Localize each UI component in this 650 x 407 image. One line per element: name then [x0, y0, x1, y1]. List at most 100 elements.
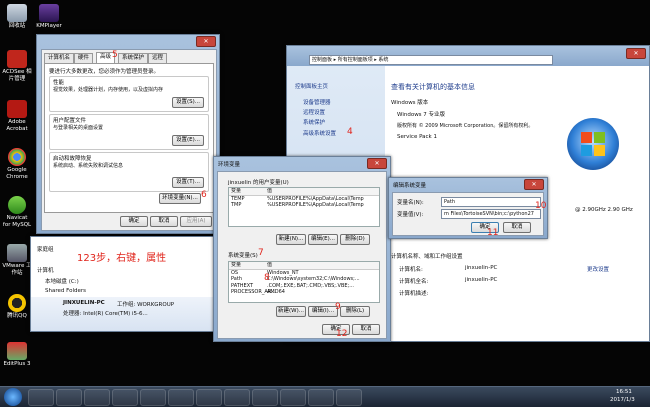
cancel-button[interactable]: 取消 [352, 324, 380, 335]
vmware-icon [7, 244, 27, 262]
desktop-icon-kmplayer[interactable]: KMPlayer [34, 4, 64, 30]
performance-settings-button[interactable]: 设置(S)... [172, 97, 204, 108]
change-settings-link[interactable]: 更改设置 [587, 265, 609, 273]
desktop-icon-label: 腾讯QQ [7, 313, 27, 319]
group-title: 用户配置文件 [53, 118, 87, 124]
taskbar-app-icon[interactable] [308, 389, 334, 406]
col-var: 变量 [231, 262, 242, 268]
taskbar-filezilla-icon[interactable] [112, 389, 138, 406]
service-pack-text: Service Pack 1 [397, 134, 437, 140]
nav-remote-settings[interactable]: 远程设置 [303, 108, 325, 116]
taskbar-app-icon[interactable] [336, 389, 362, 406]
desktop-icon-vmware[interactable]: VMware 工作站 [2, 244, 32, 277]
group-desc: 与登录相关的桌面设置 [53, 125, 104, 131]
taskbar-vs-icon[interactable] [140, 389, 166, 406]
environment-variables-button[interactable]: 环境变量(N)... [159, 193, 201, 204]
annotation-4: 4 [347, 127, 353, 137]
address-bar[interactable]: 控制面板 ▸ 所有控制面板项 ▸ 系统 [309, 55, 553, 65]
system-new-button[interactable]: 新建(W)... [276, 306, 306, 317]
details-pane: JINXUELIN-PC 工作组: WORKGROUP 处理器: Intel(R… [31, 297, 231, 331]
computer-item[interactable]: 计算机 [37, 266, 54, 274]
desktop-icon-qq[interactable]: 腾讯QQ [2, 294, 32, 320]
list-item[interactable]: PROCESSOR_AR...AMD64 [229, 289, 379, 296]
homegroup-item[interactable]: 家庭组 [37, 245, 54, 253]
windows-logo-icon [567, 118, 619, 170]
user-edit-button[interactable]: 编辑(E)... [308, 234, 338, 245]
full-name-value: jinxuelin-PC [465, 277, 498, 283]
desktop-icon-chrome[interactable]: Google Chrome [2, 148, 32, 181]
cancel-button[interactable]: 取消 [150, 216, 178, 227]
taskbar: 16:51 2017/1/3 [0, 386, 650, 407]
nav-system-protection[interactable]: 系统保护 [303, 118, 325, 126]
taskbar-explorer-icon[interactable] [56, 389, 82, 406]
system-vars-list[interactable]: 变量值 OS Windows_NT Path C:\Windows\system32… [228, 261, 380, 303]
annotation-5: 5 [112, 50, 118, 60]
clock-date[interactable]: 2017/1/3 [610, 397, 635, 403]
local-disk-item[interactable]: 本地磁盘 (C:) [45, 277, 79, 285]
col-var: 变量 [231, 188, 242, 194]
user-delete-button[interactable]: 删除(D) [340, 234, 370, 245]
cancel-button[interactable]: 取消 [503, 222, 531, 233]
explorer-window: 家庭组 计算机 本地磁盘 (C:) Shared Folders 123步，右键… [30, 236, 232, 332]
start-button[interactable] [4, 388, 22, 406]
taskbar-app-icon[interactable] [224, 389, 250, 406]
desktop-icon-recycle-bin[interactable]: 回收站 [2, 4, 32, 30]
profile-settings-button[interactable]: 设置(E)... [172, 135, 204, 146]
close-button[interactable]: ✕ [524, 179, 544, 190]
user-new-button[interactable]: 新建(N)... [276, 234, 306, 245]
desktop-icon-editplus[interactable]: EditPlus 3 [2, 342, 32, 368]
taskbar-chrome-icon[interactable] [168, 389, 194, 406]
system-delete-button[interactable]: 删除(L) [340, 306, 370, 317]
cpu-speed: @ 2.90GHz 2.90 GHz [575, 207, 633, 213]
close-button[interactable]: ✕ [626, 48, 646, 59]
desktop-icon-label: Google Chrome [6, 167, 28, 180]
taskbar-app-icon[interactable] [280, 389, 306, 406]
section-computer-name: 计算机名称、域和工作组设置 [391, 254, 463, 260]
desktop-icon-label: Navicat for MySQL [2, 215, 32, 228]
tab-computer-name[interactable]: 计算机名 [44, 53, 75, 63]
pc-name: JINXUELIN-PC [63, 300, 105, 306]
page-title: 查看有关计算机的基本信息 [391, 83, 475, 91]
clock-time[interactable]: 16:51 [616, 389, 632, 395]
taskbar-ie-icon[interactable] [28, 389, 54, 406]
nav-advanced-settings[interactable]: 高级系统设置 [303, 129, 336, 137]
variable-value-field[interactable]: m Files\TortoiseSVN\bin;c:\python27 [441, 209, 541, 219]
system-edit-button[interactable]: 编辑(I)... [308, 306, 338, 317]
user-vars-group-title: jinxuelin 的用户变量(U) [228, 180, 289, 186]
annotation-7: 7 [258, 248, 264, 258]
taskbar-app-icon[interactable] [196, 389, 222, 406]
annotation-step123: 123步，右键，属性 [77, 253, 167, 264]
adobe-icon [7, 100, 27, 118]
taskbar-foobar-icon[interactable] [84, 389, 110, 406]
recycle-bin-icon [7, 4, 27, 22]
desktop-icon-acdsee[interactable]: ACDSee 相片管理 [2, 50, 32, 83]
close-button[interactable]: ✕ [196, 36, 216, 47]
desktop-icon-navicat[interactable]: Navicat for MySQL [2, 196, 32, 229]
variable-name-field[interactable]: Path [441, 197, 541, 207]
system-vars-group-title: 系统变量(S) [228, 253, 258, 259]
desktop-icon-adobe[interactable]: Adobe Acrobat [2, 100, 32, 133]
admin-notice: 要进行大多数更改，您必须作为管理员登录。 [49, 69, 160, 75]
close-button[interactable]: ✕ [367, 158, 387, 169]
nav-control-panel-home[interactable]: 控制面板主页 [295, 82, 328, 90]
navicat-icon [8, 196, 26, 214]
tab-hardware[interactable]: 硬件 [74, 53, 94, 63]
ok-button[interactable]: 确定 [120, 216, 148, 227]
environment-variables-dialog: 环境变量 ✕ jinxuelin 的用户变量(U) 变量值 TEMP %USERP… [213, 156, 391, 342]
dialog-title: 环境变量 [218, 162, 241, 168]
startup-settings-button[interactable]: 设置(T)... [172, 177, 204, 188]
nav-device-manager[interactable]: 设备管理器 [303, 98, 331, 106]
edit-system-variable-dialog: 编辑系统变量 ✕ 变量名(N): Path 变量值(V): m Files\To… [388, 177, 548, 239]
editplus-icon [7, 342, 27, 360]
list-item[interactable]: TMP %USERPROFILE%\AppData\Local\Temp [229, 202, 379, 209]
taskbar-app-icon[interactable] [252, 389, 278, 406]
system-window-titlebar: ✕ 控制面板 ▸ 所有控制面板项 ▸ 系统 [287, 46, 649, 66]
variable-name-label: 变量名(N): [397, 200, 424, 206]
tab-remote[interactable]: 远程 [148, 53, 168, 63]
tab-system-protection[interactable]: 系统保护 [118, 53, 149, 63]
col-val: 值 [267, 188, 273, 194]
apply-button[interactable]: 应用(A) [180, 216, 212, 227]
shared-folders-item[interactable]: Shared Folders [45, 288, 86, 294]
user-vars-list[interactable]: 变量值 TEMP %USERPROFILE%\AppData\Local\Temp… [228, 187, 380, 227]
group-desc: 系统启动、系统失败和调试信息 [53, 163, 124, 169]
